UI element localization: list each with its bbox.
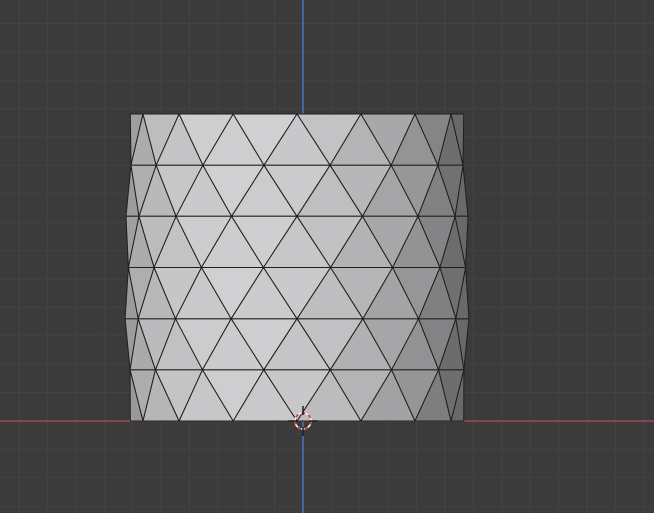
blender-3d-viewport[interactable] [0, 0, 654, 513]
viewport-canvas[interactable] [0, 0, 654, 513]
mesh-object[interactable] [125, 114, 469, 421]
